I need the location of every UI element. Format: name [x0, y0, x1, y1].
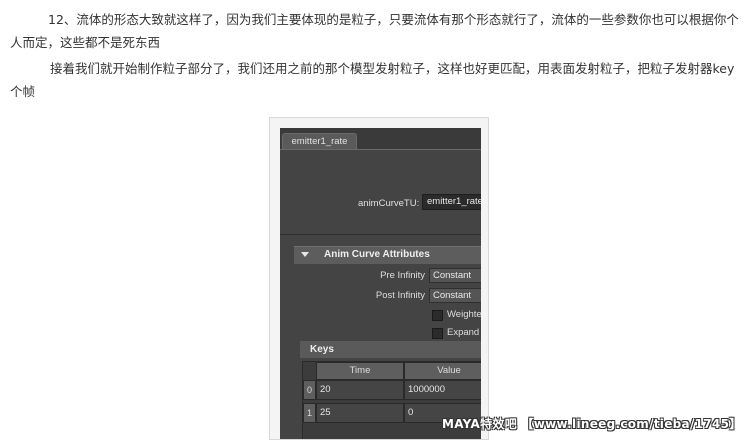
- post-infinity-dropdown[interactable]: Constant: [429, 288, 481, 303]
- row-index[interactable]: 0: [303, 380, 316, 400]
- tab-divider: [280, 149, 481, 150]
- expand-spreadsheet-label: Expand Sp: [447, 327, 481, 338]
- keys-section-header[interactable]: Keys: [300, 341, 481, 358]
- expand-spreadsheet-checkbox[interactable]: [432, 328, 443, 339]
- anim-curve-name-field[interactable]: emitter1_rate: [422, 194, 481, 210]
- pre-infinity-dropdown[interactable]: Constant: [429, 268, 481, 283]
- weighted-tangents-label: Weighted T: [447, 309, 481, 320]
- section-title: Anim Curve Attributes: [324, 249, 430, 260]
- maya-attribute-editor: emitter1_rate animCurveTU: emitter1_rate…: [280, 128, 481, 439]
- tab-strip: emitter1_rate: [280, 128, 481, 150]
- row-index[interactable]: 1: [303, 403, 316, 423]
- column-header-time[interactable]: Time: [316, 362, 404, 380]
- screenshot-frame: emitter1_rate animCurveTU: emitter1_rate…: [269, 117, 489, 440]
- collapse-arrow-icon[interactable]: [301, 252, 309, 257]
- anim-curve-attributes-header[interactable]: Anim Curve Attributes: [294, 246, 481, 264]
- article-paragraph-1: 12、流体的形态大致就这样了，因为我们主要体现的是粒子，只要流体有那个形态就行了…: [10, 12, 739, 50]
- anim-curve-label: animCurveTU:: [358, 198, 420, 209]
- key-time-cell[interactable]: 25: [316, 403, 404, 423]
- post-infinity-label: Post Infinity: [375, 290, 425, 301]
- tab-emitter1-rate[interactable]: emitter1_rate: [282, 133, 357, 150]
- article-paragraph-2: 接着我们就开始制作粒子部分了，我们还用之前的那个模型发射粒子，这样也好更匹配，用…: [10, 61, 735, 99]
- key-time-cell[interactable]: 20: [316, 380, 404, 400]
- weighted-tangents-checkbox[interactable]: [432, 310, 443, 321]
- column-header-value[interactable]: Value: [404, 362, 481, 380]
- key-value-cell[interactable]: 1000000: [404, 380, 481, 400]
- divider: [280, 234, 481, 235]
- pre-infinity-label: Pre Infinity: [380, 270, 425, 281]
- site-watermark: MAYA特效吧 【www.lineeg.com/tieba/1745】: [442, 417, 742, 431]
